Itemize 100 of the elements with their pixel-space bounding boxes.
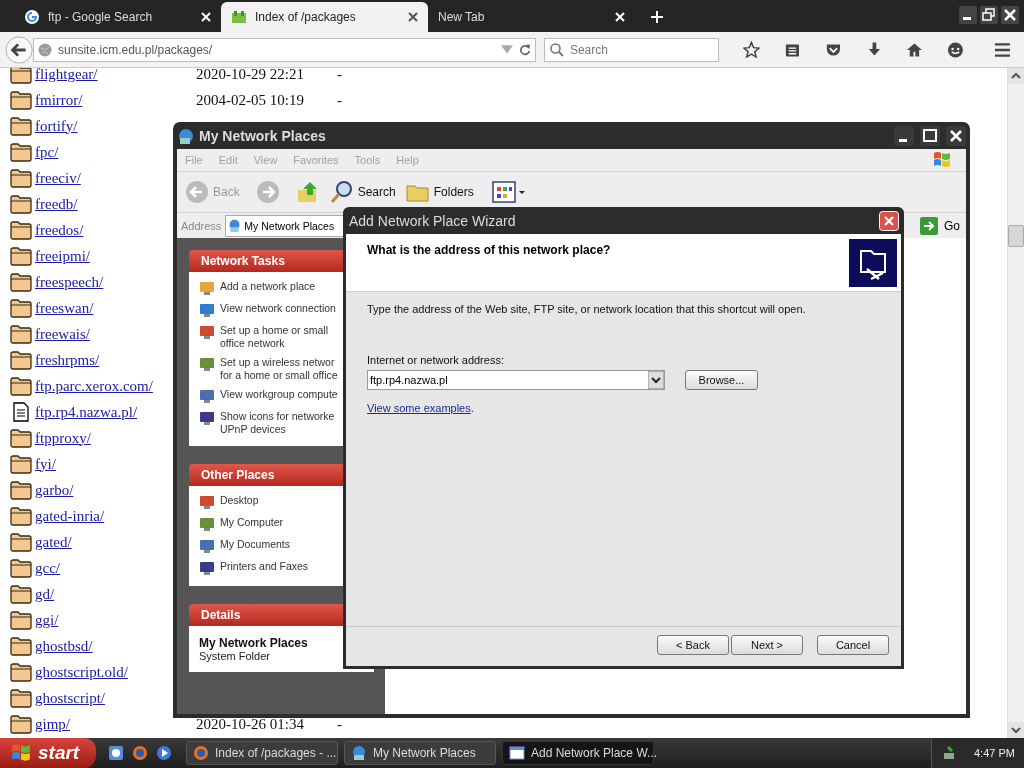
folder-icon — [10, 246, 32, 266]
directory-link[interactable]: freeswan/ — [35, 299, 94, 316]
monitor-icon — [199, 516, 215, 532]
directory-link[interactable]: flightgear/ — [35, 68, 98, 82]
directory-link[interactable]: gated-inria/ — [35, 507, 105, 524]
monitor-icon — [199, 494, 215, 510]
close-icon[interactable] — [1001, 6, 1019, 24]
directory-link[interactable]: ghostscript/ — [35, 689, 105, 706]
search-field[interactable]: Search — [543, 37, 719, 62]
browse-button[interactable]: Browse... — [685, 370, 758, 390]
maximize-icon[interactable] — [920, 125, 940, 146]
start-button[interactable]: start — [0, 738, 96, 768]
task-link[interactable]: My Documents — [220, 538, 291, 551]
browser-icon[interactable] — [132, 745, 148, 761]
desktop-icon[interactable] — [108, 745, 124, 761]
browser-icon — [193, 745, 209, 761]
wizard-button[interactable]: < Back — [657, 635, 729, 655]
task-link[interactable]: My Computer — [220, 516, 283, 529]
directory-link[interactable]: gimp/ — [35, 715, 70, 732]
modified-date: 2020-10-29 22:21 — [196, 68, 305, 83]
new-tab-icon[interactable] — [651, 11, 663, 23]
directory-link[interactable]: ftp.rp4.nazwa.pl/ — [35, 403, 138, 420]
directory-link[interactable]: fyi/ — [35, 455, 56, 472]
chat-icon[interactable] — [947, 40, 965, 59]
directory-link[interactable]: ftp.parc.xerox.com/ — [35, 377, 153, 394]
directory-link[interactable]: freespeech/ — [35, 273, 104, 290]
close-icon[interactable] — [946, 125, 966, 146]
minimize-icon[interactable] — [894, 125, 914, 146]
media-player-icon[interactable] — [156, 745, 172, 761]
menu-icon[interactable] — [994, 40, 1011, 59]
directory-link[interactable]: ftpproxy/ — [35, 429, 91, 446]
directory-link[interactable]: freshrpms/ — [35, 351, 100, 368]
scroll-up-icon[interactable] — [1008, 68, 1024, 84]
task-link[interactable]: Set up a home or small office network — [220, 324, 328, 350]
directory-link[interactable]: gcc/ — [35, 559, 60, 576]
wizard-button[interactable]: Next > — [731, 635, 803, 655]
dialog-title: Add Network Place Wizard — [349, 212, 517, 229]
directory-link[interactable]: freedos/ — [35, 221, 84, 238]
directory-link[interactable]: ghostbsd/ — [35, 637, 93, 654]
bookmark-star-icon[interactable] — [742, 40, 760, 59]
directory-link[interactable]: fmirror/ — [35, 91, 83, 108]
address-combo-box[interactable]: ftp.rp4.nazwa.pl — [367, 370, 665, 390]
monitor-icon — [199, 302, 215, 318]
scroll-thumb[interactable] — [1008, 225, 1024, 247]
folder-icon — [10, 454, 32, 474]
clock: 4:47 PM — [974, 747, 1015, 759]
flag-logo-icon — [10, 742, 32, 764]
instruction-text: Type the address of the Web site, FTP site, or network location that this shortcut will open. — [367, 303, 807, 315]
taskbar-button[interactable]: Index of /packages - ... — [186, 741, 338, 765]
browser-tab[interactable]: New Tab — [428, 2, 635, 32]
taskbar-button[interactable]: Add Network Place W... — [502, 741, 654, 765]
folder-icon — [10, 558, 32, 578]
folder-icon — [10, 662, 32, 682]
directory-link[interactable]: ghostscript.old/ — [35, 663, 128, 680]
directory-link[interactable]: gd/ — [35, 585, 55, 602]
folder-icon — [10, 584, 32, 604]
directory-link[interactable]: fortify/ — [35, 117, 78, 134]
directory-link[interactable]: freeciv/ — [35, 169, 81, 186]
search-button[interactable]: Search — [329, 180, 396, 204]
scrollbar[interactable] — [1007, 68, 1024, 738]
directory-link[interactable]: freewais/ — [35, 325, 90, 342]
search-icon — [329, 180, 354, 204]
document-icon — [10, 402, 32, 422]
directory-link[interactable]: fpc/ — [35, 143, 59, 160]
folder-icon — [10, 610, 32, 630]
browser-tab[interactable]: ftp - Google Search — [14, 2, 221, 32]
browser-tab[interactable]: Index of /packages — [221, 2, 428, 32]
modified-date: 2004-02-05 10:19 — [196, 91, 305, 109]
address-field[interactable]: My Network Places — [225, 214, 344, 237]
up-folder-icon[interactable] — [295, 180, 320, 204]
size-text: - — [337, 91, 342, 109]
task-link[interactable]: Desktop — [220, 494, 259, 507]
monitor-icon — [199, 356, 215, 372]
views-icon[interactable] — [491, 180, 526, 204]
directory-link[interactable]: ggi/ — [35, 611, 59, 628]
back-button[interactable] — [5, 34, 34, 65]
directory-link[interactable]: gated/ — [35, 533, 72, 550]
close-icon[interactable] — [408, 12, 418, 22]
reload-icon[interactable] — [518, 43, 531, 56]
wizard-button[interactable]: Cancel — [817, 635, 889, 655]
scroll-down-icon[interactable] — [1008, 722, 1024, 738]
task-link[interactable]: Show icons for networke UPnP devices — [220, 410, 335, 436]
directory-link[interactable]: freedb/ — [35, 195, 78, 212]
task-link[interactable]: View workgroup compute — [220, 388, 338, 401]
minimize-icon[interactable] — [959, 6, 977, 24]
network-icon — [351, 745, 367, 761]
restore-icon[interactable] — [980, 6, 998, 24]
search-placeholder: Search — [569, 42, 608, 57]
taskbar-button[interactable]: My Network Places — [344, 741, 496, 765]
task-link[interactable]: Printers and Faxes — [220, 560, 309, 573]
details-type: System Folder — [199, 650, 271, 662]
task-link[interactable]: View network connection — [220, 302, 336, 315]
address-bar[interactable]: sunsite.icm.edu.pl/packages/ — [33, 37, 536, 62]
directory-link[interactable]: freeipmi/ — [35, 247, 90, 264]
folders-button[interactable]: Folders — [405, 180, 474, 204]
examples-link[interactable]: View some examples — [367, 402, 471, 414]
go-button[interactable]: Go — [920, 216, 960, 235]
directory-link[interactable]: garbo/ — [35, 481, 74, 498]
task-link[interactable]: Add a network place — [220, 280, 316, 293]
task-link[interactable]: Set up a wireless networ for a home or small office — [220, 356, 338, 382]
